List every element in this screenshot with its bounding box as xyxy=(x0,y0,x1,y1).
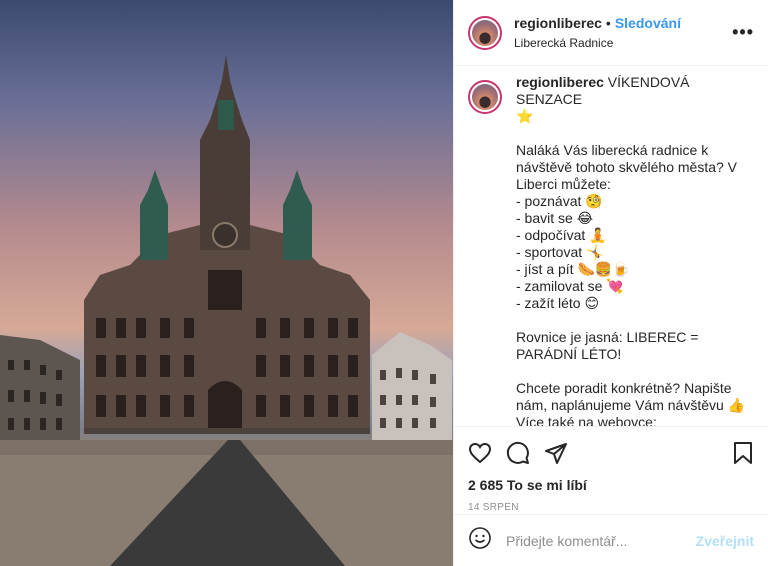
heart-icon[interactable] xyxy=(468,441,492,465)
more-options-icon[interactable]: ••• xyxy=(732,22,754,43)
username-link[interactable]: regionliberec xyxy=(514,15,602,31)
publish-button[interactable]: Zveřejnit xyxy=(696,533,754,549)
post-date: 14 SRPEN xyxy=(468,502,519,513)
comment-bar: Zveřejnit xyxy=(454,514,768,566)
follow-button[interactable]: Sledování xyxy=(615,15,681,31)
caption-username[interactable]: regionliberec xyxy=(516,74,604,90)
avatar[interactable] xyxy=(468,15,502,50)
post-sidebar: regionliberec • Sledování Liberecká Radn… xyxy=(453,0,768,566)
post-photo[interactable] xyxy=(0,0,453,566)
post-header: regionliberec • Sledování Liberecká Radn… xyxy=(454,0,768,66)
bookmark-icon[interactable] xyxy=(732,441,754,465)
header-row: regionliberec • Sledování xyxy=(514,15,732,31)
actions-section: 2 685 To se mi líbí 14 SRPEN Zveřejnit xyxy=(454,426,768,566)
action-icons xyxy=(468,429,754,477)
comment-input[interactable] xyxy=(506,532,696,549)
caption-avatar[interactable] xyxy=(468,80,502,114)
comment-icon[interactable] xyxy=(506,441,530,465)
location-link[interactable]: Liberecká Radnice xyxy=(514,36,732,50)
caption-text: regionliberec VÍKENDOVÁ SENZACE ⭐ Naláká… xyxy=(516,74,754,426)
caption-body: VÍKENDOVÁ SENZACE ⭐ Naláká Vás liberecká… xyxy=(516,74,746,426)
likes-count[interactable]: 2 685 To se mi líbí xyxy=(468,477,754,493)
town-hall-image xyxy=(0,55,453,566)
header-text: regionliberec • Sledování Liberecká Radn… xyxy=(514,15,732,50)
separator-dot: • xyxy=(605,15,611,31)
comments-section: regionliberec VÍKENDOVÁ SENZACE ⭐ Naláká… xyxy=(454,66,768,426)
paper-plane-icon[interactable] xyxy=(544,441,568,465)
smiley-icon[interactable] xyxy=(468,526,492,555)
instagram-post: regionliberec • Sledování Liberecká Radn… xyxy=(0,0,768,566)
